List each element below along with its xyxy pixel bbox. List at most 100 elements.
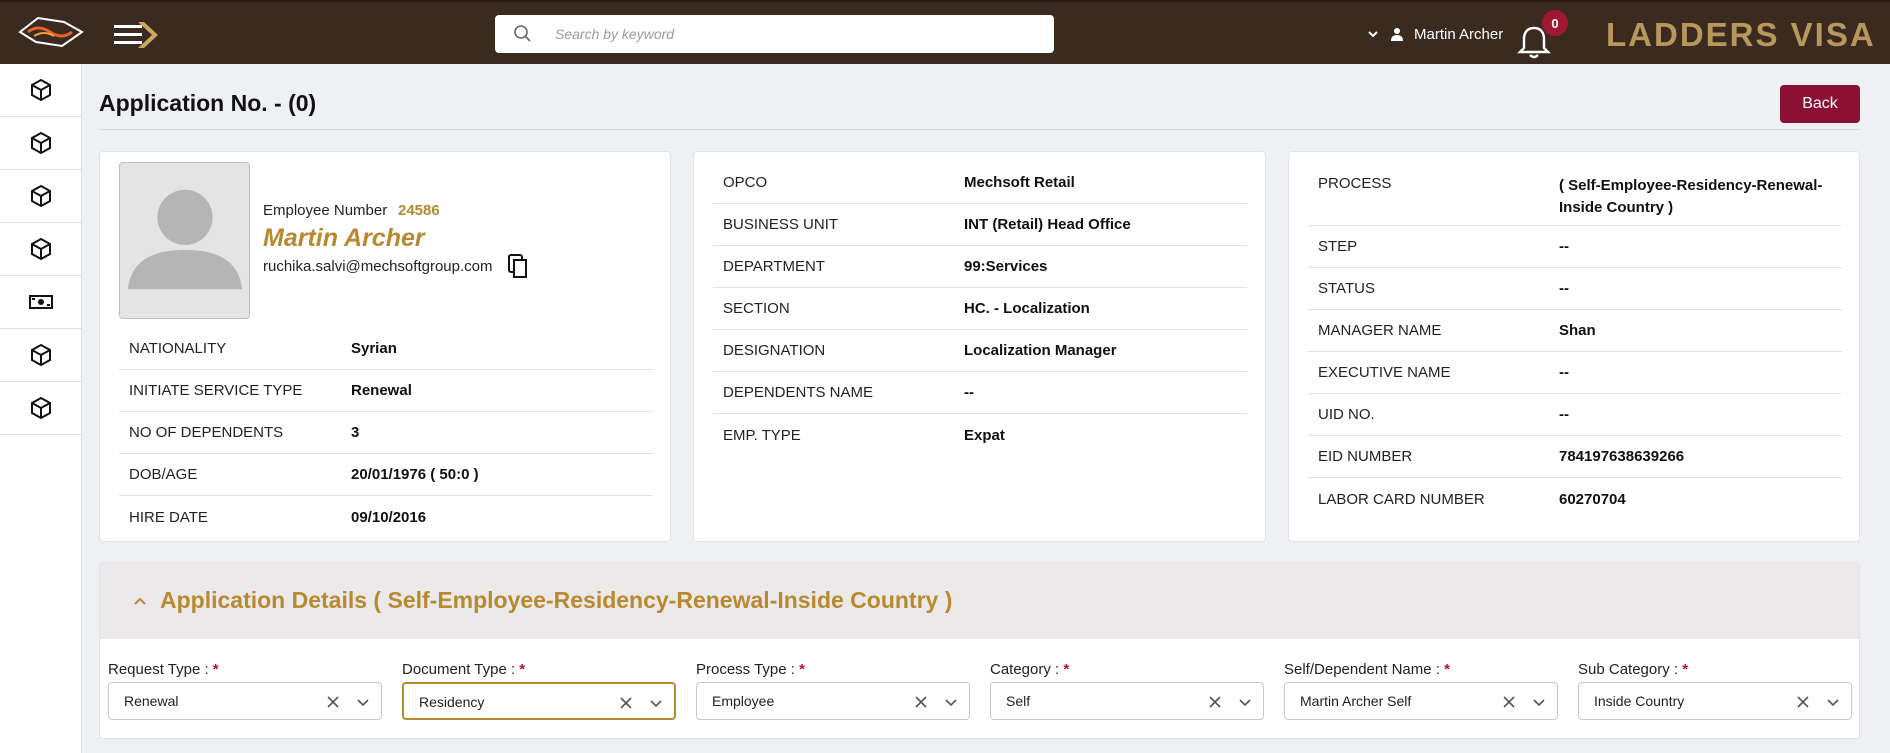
info-value: 20/01/1976 ( 50:0 ): [351, 466, 479, 483]
info-row: MANAGER NAME Shan: [1308, 310, 1842, 352]
avatar-placeholder-icon: [120, 163, 249, 318]
clear-icon[interactable]: [618, 695, 634, 711]
sidebar-item-6[interactable]: [0, 329, 81, 382]
info-value: Syrian: [351, 340, 397, 357]
info-row: DEPARTMENT 99:Services: [713, 246, 1247, 288]
self-dependent-name-label: Self/Dependent Name : *: [1284, 661, 1450, 678]
selected-value: Inside Country: [1594, 693, 1685, 709]
clear-icon[interactable]: [325, 694, 341, 710]
sidebar-item-3[interactable]: [0, 170, 81, 223]
info-row: UID NO. --: [1308, 394, 1842, 436]
info-row: EXECUTIVE NAME --: [1308, 352, 1842, 394]
chevron-down-icon[interactable]: [1531, 694, 1547, 710]
info-value: 784197638639266: [1559, 448, 1685, 465]
application-details-header[interactable]: Application Details ( Self-Employee-Resi…: [100, 563, 1859, 639]
required-mark: *: [1444, 661, 1450, 678]
search-icon: [514, 25, 531, 42]
field-label-text: Sub Category :: [1578, 661, 1679, 678]
info-value: --: [1559, 280, 1569, 297]
info-value: ( Self-Employee-Residency-Renewal- Insid…: [1559, 175, 1822, 219]
sidebar-item-4[interactable]: [0, 223, 81, 276]
search-input[interactable]: [555, 15, 1035, 53]
info-row: DOB/AGE 20/01/1976 ( 50:0 ): [119, 454, 653, 496]
chevron-down-icon[interactable]: [1366, 27, 1380, 41]
page-title: Application No. - (0): [99, 90, 317, 116]
info-value: --: [1559, 406, 1569, 423]
clear-icon[interactable]: [1795, 694, 1811, 710]
cube-icon: [30, 184, 51, 208]
info-key: SECTION: [723, 300, 790, 317]
category-select[interactable]: Self: [990, 682, 1264, 720]
cube-icon: [30, 78, 51, 102]
field-label-text: Self/Dependent Name :: [1284, 661, 1440, 678]
back-button[interactable]: Back: [1780, 85, 1860, 123]
info-row: INITIATE SERVICE TYPE Renewal: [119, 370, 653, 412]
selected-value: Self: [1006, 693, 1031, 709]
process-card: PROCESS ( Self-Employee-Residency-Renewa…: [1288, 151, 1860, 542]
info-row: EID NUMBER 784197638639266: [1308, 436, 1842, 478]
info-row: BUSINESS UNIT INT (Retail) Head Office: [713, 204, 1247, 246]
chevron-up-icon[interactable]: [132, 593, 148, 609]
search-box: [495, 15, 1054, 53]
chevron-down-icon[interactable]: [1237, 694, 1253, 710]
info-value: Shan: [1559, 322, 1596, 339]
info-value: --: [1559, 238, 1569, 255]
info-value: Renewal: [351, 382, 412, 399]
info-key: HIRE DATE: [129, 508, 208, 526]
chevron-down-icon[interactable]: [355, 694, 371, 710]
field-label-text: Category :: [990, 661, 1060, 678]
employee-card: Employee Number 24586 Martin Archer ruch…: [99, 151, 671, 542]
chevron-down-icon[interactable]: [648, 695, 664, 711]
required-mark: *: [799, 661, 805, 678]
application-details-panel: Application Details ( Self-Employee-Resi…: [99, 562, 1860, 739]
required-mark: *: [1682, 661, 1689, 678]
employee-email: ruchika.salvi@mechsoftgroup.com: [263, 258, 493, 275]
sidebar-item-1[interactable]: [0, 64, 81, 117]
required-mark: *: [1063, 661, 1070, 678]
info-row: LABOR CARD NUMBER 60270704: [1308, 478, 1842, 520]
info-value: --: [964, 384, 974, 401]
clear-icon[interactable]: [1501, 694, 1517, 710]
info-value: 60270704: [1559, 490, 1626, 508]
user-name[interactable]: Martin Archer: [1414, 26, 1503, 43]
info-key: BUSINESS UNIT: [723, 216, 839, 233]
employee-name: Martin Archer: [263, 224, 425, 252]
info-row: PROCESS ( Self-Employee-Residency-Renewa…: [1308, 162, 1842, 226]
selected-value: Martin Archer Self: [1300, 693, 1412, 709]
user-icon: [1391, 28, 1403, 41]
self-dependent-name-select[interactable]: Martin Archer Self: [1284, 682, 1558, 720]
clear-icon[interactable]: [913, 694, 929, 710]
chevron-down-icon[interactable]: [1825, 694, 1841, 710]
required-mark: *: [212, 661, 219, 678]
info-key: EID NUMBER: [1318, 448, 1413, 465]
copy-icon[interactable]: [506, 253, 530, 279]
process-value-line1: ( Self-Employee-Residency-Renewal-: [1559, 177, 1823, 194]
info-value: INT (Retail) Head Office: [964, 216, 1131, 233]
info-key: INITIATE SERVICE TYPE: [129, 382, 303, 399]
sub-category-select[interactable]: Inside Country: [1578, 682, 1852, 720]
chevron-down-icon[interactable]: [943, 694, 959, 710]
info-key: STATUS: [1318, 280, 1375, 297]
menu-toggle-icon[interactable]: [114, 20, 162, 50]
brand-name: LADDERS VISA: [1606, 16, 1876, 53]
cube-icon: [30, 343, 51, 367]
sub-category-label: Sub Category : *: [1578, 661, 1688, 678]
info-value: 09/10/2016: [351, 508, 427, 526]
field-label-text: Process Type :: [696, 661, 795, 678]
cube-icon: [30, 237, 51, 261]
app-logo-icon[interactable]: [14, 14, 86, 50]
document-type-select[interactable]: Residency: [402, 682, 676, 720]
sidebar-item-7[interactable]: [0, 382, 81, 435]
info-row: SECTION HC. - Localization: [713, 288, 1247, 330]
info-value: HC. - Localization: [964, 300, 1090, 317]
clear-icon[interactable]: [1207, 694, 1223, 710]
money-icon: [28, 295, 53, 309]
info-value: Expat: [964, 426, 1005, 444]
sidebar-item-5[interactable]: [0, 276, 81, 329]
process-type-select[interactable]: Employee: [696, 682, 970, 720]
sidebar-item-2[interactable]: [0, 117, 81, 170]
request-type-select[interactable]: Renewal: [108, 682, 382, 720]
info-row: HIRE DATE 09/10/2016: [119, 496, 653, 538]
user-menu[interactable]: Martin Archer: [1366, 22, 1503, 46]
field-label-text: Request Type :: [108, 661, 209, 678]
